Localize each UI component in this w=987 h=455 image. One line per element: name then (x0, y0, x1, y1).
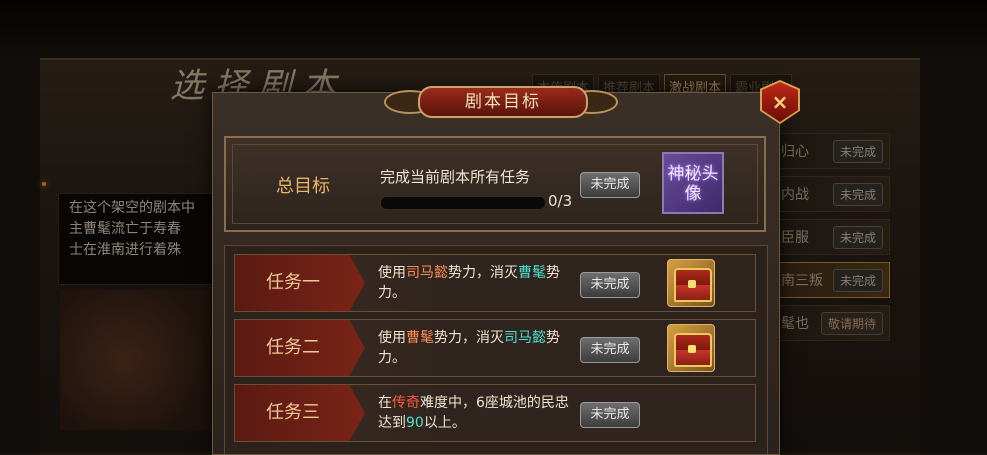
chest-icon[interactable] (667, 259, 715, 307)
task-label: 任务二 (266, 337, 320, 358)
overall-goal-progress-text: 0/3 (548, 192, 573, 210)
task-status-button[interactable]: 未完成 (580, 337, 640, 363)
task-text: 势力，消灭 (448, 265, 518, 281)
task-text: 势力，消灭 (434, 330, 504, 346)
mystery-avatar-reward[interactable]: 神秘头像 (662, 152, 724, 214)
highlighted-text: 司马懿 (504, 330, 546, 346)
highlighted-text: 传奇 (392, 395, 420, 411)
task-label: 任务一 (266, 272, 320, 293)
task-description: 使用曹髦势力，消灭司马懿势力。 (378, 328, 576, 368)
task-text: 使用 (378, 330, 406, 346)
overall-goal-progress-bar (380, 196, 546, 210)
highlighted-text: 曹髦 (518, 265, 546, 281)
task-label: 任务三 (266, 402, 320, 423)
chest-icon[interactable] (667, 324, 715, 372)
task-description: 在传奇难度中，6座城池的民忠达到90以上。 (378, 393, 576, 433)
task-description: 使用司马懿势力，消灭曹髦势力。 (378, 263, 576, 303)
task-text: 在 (378, 395, 392, 411)
dialog-title: 剧本目标 (418, 86, 588, 118)
overall-goal-label: 总目标 (276, 176, 330, 197)
overall-goal-box: 总目标 完成当前剧本所有任务 0/3 未完成 神秘头像 (224, 136, 766, 232)
task-status-button[interactable]: 未完成 (580, 402, 640, 428)
reward-label: 神秘头像 (667, 164, 719, 204)
task-row-1: 任务一 使用司马懿势力，消灭曹髦势力。 未完成 (234, 254, 756, 312)
highlighted-text: 司马懿 (406, 265, 448, 281)
task-text: 以上。 (423, 415, 466, 431)
task-row-3: 任务三 在传奇难度中，6座城池的民忠达到90以上。 未完成 (234, 384, 756, 442)
highlighted-text: 90 (406, 415, 424, 431)
overall-goal-status-button[interactable]: 未完成 (580, 172, 640, 198)
task-status-button[interactable]: 未完成 (580, 272, 640, 298)
highlighted-text: 曹髦 (406, 330, 434, 346)
overall-goal-description: 完成当前剧本所有任务 (380, 168, 531, 186)
close-icon: × (771, 90, 789, 114)
task-text: 使用 (378, 265, 406, 281)
dialog-header: 剧本目标 (384, 84, 618, 118)
task-row-2: 任务二 使用曹髦势力，消灭司马懿势力。 未完成 (234, 319, 756, 377)
